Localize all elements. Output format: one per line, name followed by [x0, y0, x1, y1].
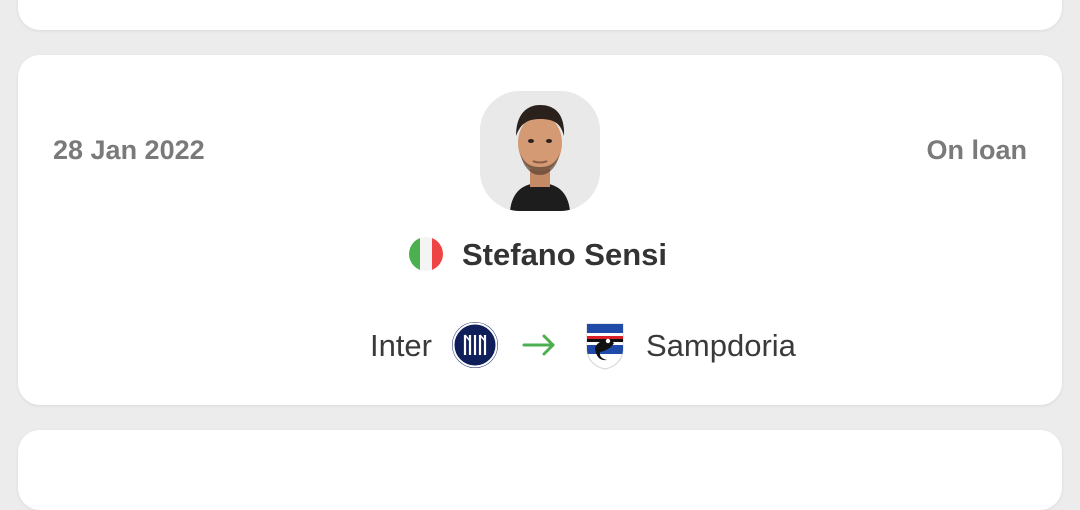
next-transfer-card[interactable]	[18, 430, 1062, 510]
inter-crest-icon[interactable]	[451, 321, 499, 369]
transfer-type: On loan	[926, 135, 1028, 165]
transfer-date: 28 Jan 2022	[53, 135, 205, 165]
italy-flag-icon	[409, 237, 443, 271]
player-name-row[interactable]: Stefano Sensi	[18, 235, 1062, 275]
from-club-name[interactable]: Inter	[370, 327, 432, 365]
previous-transfer-card[interactable]	[18, 0, 1062, 30]
club-transfer-row: Inter Sampdoria	[18, 321, 1062, 371]
player-name[interactable]: Stefano Sensi	[462, 235, 667, 275]
sampdoria-crest-icon[interactable]	[584, 321, 626, 371]
player-photo-image	[480, 91, 600, 211]
arrow-right-icon	[522, 334, 555, 356]
player-photo[interactable]	[480, 91, 600, 211]
transfer-card[interactable]: 28 Jan 2022 On loan Stefano Sensi Inter	[18, 55, 1062, 405]
to-club-name[interactable]: Sampdoria	[646, 327, 796, 365]
